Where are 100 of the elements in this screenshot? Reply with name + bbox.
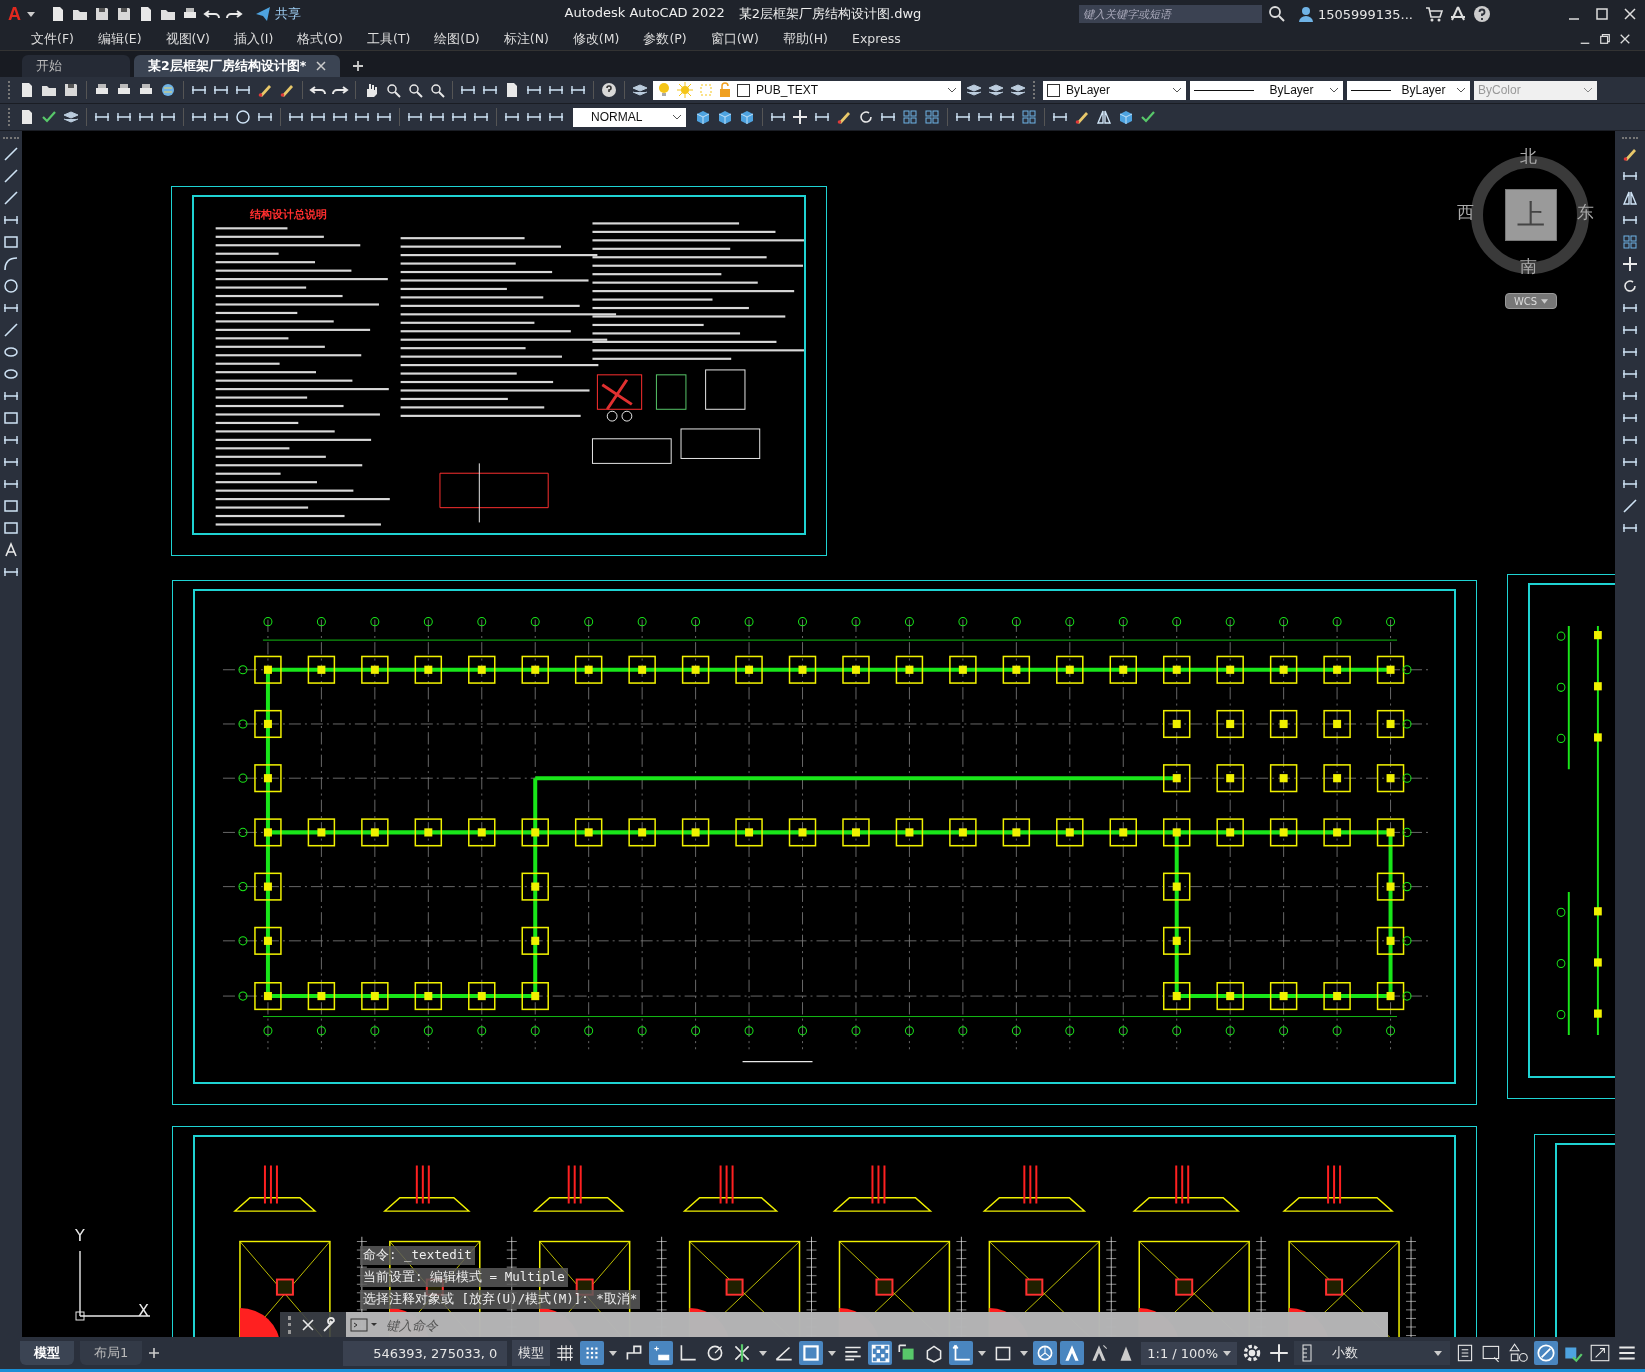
zoom-icon[interactable] [384, 81, 402, 99]
line-icon[interactable] [2, 145, 20, 163]
compass-direction[interactable]: 南 [1520, 255, 1537, 278]
zoom-window-icon[interactable] [406, 81, 424, 99]
wrench-icon[interactable] [322, 1317, 338, 1333]
menu-item[interactable]: 标注(N) [490, 30, 560, 48]
compass-direction[interactable]: 北 [1520, 145, 1537, 168]
shapes-icon[interactable] [1507, 1341, 1531, 1365]
region-icon[interactable] [2, 497, 20, 515]
drawing-canvas[interactable]: 结构设计总说明 北 西 上 东 南 WCS Y X 命令: _textedit 当前设置: 编辑模式 = Multiple 选择注释对象或 [放弃(U)/模式(M)]: *取消* 键入命令 [22, 131, 1615, 1337]
model-space-button[interactable]: 模型 [512, 1340, 551, 1366]
ucs-toggle-icon[interactable] [949, 1341, 974, 1365]
line-icon[interactable] [2, 167, 20, 185]
save-icon[interactable] [93, 5, 111, 23]
linetype-dropdown[interactable]: ByLayer [1190, 80, 1343, 100]
caret-icon[interactable] [609, 1350, 618, 1356]
menu-item[interactable]: 窗口(W) [697, 30, 770, 48]
compass-direction[interactable]: 西 [1457, 201, 1474, 224]
array-icon[interactable] [923, 108, 941, 126]
cart-icon[interactable] [1425, 5, 1443, 23]
chevron-icon [1329, 87, 1339, 93]
close-icon[interactable] [316, 61, 327, 71]
dynamic-toggle-icon[interactable] [649, 1341, 674, 1365]
search-field[interactable]: 键入关键字或短语 [1078, 5, 1262, 23]
polyline-icon[interactable] [2, 189, 20, 207]
units-dropdown[interactable]: 小数 [1294, 1341, 1450, 1365]
close-icon[interactable] [302, 1319, 314, 1331]
command-input[interactable]: 键入命令 [382, 1312, 1388, 1337]
mirror-icon[interactable] [1621, 189, 1639, 207]
move-icon[interactable] [1621, 255, 1639, 273]
caret-icon[interactable] [978, 1350, 987, 1356]
add-tab-icon[interactable] [352, 60, 365, 72]
annovis-toggle-icon[interactable] [1060, 1341, 1085, 1365]
cube-icon[interactable] [694, 108, 712, 126]
zoom-icon[interactable] [428, 81, 446, 99]
move-icon[interactable] [791, 108, 809, 126]
rectangle-icon[interactable] [2, 233, 20, 251]
array-icon[interactable] [1020, 108, 1038, 126]
caret-icon[interactable] [759, 1350, 768, 1356]
rotate-icon[interactable] [1621, 277, 1639, 295]
save-icon[interactable] [115, 5, 133, 23]
curve-icon[interactable] [1621, 497, 1639, 515]
restore-icon[interactable] [1599, 33, 1611, 45]
menu-item[interactable]: 插入(I) [220, 30, 285, 48]
menu-item[interactable]: 编辑(E) [84, 30, 153, 48]
arc-icon[interactable] [2, 255, 20, 273]
otrack-toggle-icon[interactable] [799, 1341, 824, 1365]
menu-item[interactable]: 绘图(D) [421, 30, 491, 48]
layout-tab[interactable]: 模型 [20, 1341, 74, 1365]
layout-tab[interactable]: 布局1 [80, 1341, 143, 1365]
rotate-icon[interactable] [857, 108, 875, 126]
menu-item[interactable]: Express [839, 30, 912, 48]
mirror-icon[interactable] [1095, 108, 1113, 126]
document-tab[interactable]: 某2层框架厂房结构设计图* [134, 55, 341, 77]
cube-icon[interactable] [738, 108, 756, 126]
caret-icon[interactable] [27, 11, 35, 17]
hardware-acceleration-icon[interactable] [1534, 1341, 1558, 1365]
globe-icon[interactable] [159, 81, 177, 99]
array-icon[interactable] [1621, 233, 1639, 251]
cube-icon[interactable] [1117, 108, 1135, 126]
save-icon[interactable] [62, 81, 80, 99]
menu-item[interactable]: 格式(O) [284, 30, 354, 48]
close-icon[interactable] [1623, 7, 1637, 21]
text-icon[interactable] [2, 541, 20, 559]
color-dropdown[interactable]: ByLayer [1043, 80, 1186, 100]
menu-item[interactable]: 视图(V) [152, 30, 221, 48]
menu-item[interactable]: 参数(P) [630, 30, 698, 48]
help-icon[interactable] [1473, 5, 1491, 23]
search-icon[interactable] [1267, 5, 1286, 23]
menu-item[interactable]: 文件(F) [18, 30, 85, 48]
add-layout-icon[interactable] [148, 1347, 161, 1359]
circle-icon[interactable] [234, 108, 252, 126]
transparency-toggle-icon[interactable] [868, 1341, 893, 1365]
close-icon[interactable] [1619, 33, 1631, 45]
snap-toggle-icon[interactable] [580, 1341, 605, 1365]
spline-icon[interactable] [2, 321, 20, 339]
file-name: 某2层框架厂房结构设计图.dwg [738, 5, 922, 23]
menu-item[interactable]: 帮助(H) [769, 30, 839, 48]
chevron-icon [1172, 87, 1182, 93]
share-button[interactable]: 共享 [249, 4, 307, 24]
user-account-button[interactable]: 1505999135... [1291, 5, 1419, 23]
caret-icon[interactable] [1020, 1350, 1029, 1356]
gizmo-toggle-icon[interactable] [1033, 1341, 1058, 1365]
plus-icon[interactable] [1267, 1341, 1291, 1365]
block-icon[interactable] [2, 409, 20, 427]
annotation-scale-button[interactable]: 1:1 / 100% [1141, 1341, 1237, 1365]
document-tab[interactable]: 开始 [22, 55, 130, 77]
lineweight-dropdown[interactable]: ByLayer [1347, 80, 1470, 100]
help-icon[interactable] [600, 81, 618, 99]
compass-direction[interactable]: 东 [1577, 201, 1594, 224]
cube-icon[interactable] [716, 108, 734, 126]
caret-icon[interactable] [828, 1350, 837, 1356]
menu-item[interactable]: 修改(M) [559, 30, 631, 48]
circle-icon[interactable] [2, 277, 20, 295]
dimension-style-dropdown[interactable]: NORMAL [573, 107, 686, 127]
array-icon[interactable] [901, 108, 919, 126]
menu-item[interactable]: 工具(T) [353, 30, 422, 48]
maximize-icon[interactable] [1595, 7, 1609, 21]
network-icon[interactable] [1449, 5, 1467, 23]
table-icon[interactable] [2, 519, 20, 537]
